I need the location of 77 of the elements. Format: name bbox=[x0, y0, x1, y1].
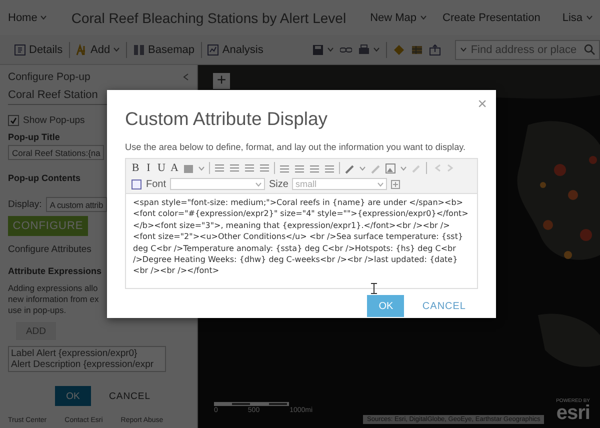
expression-list[interactable]: Label Alert {expression/expr0} Alert Description {expression/expr bbox=[8, 346, 166, 372]
ok-button[interactable]: OK bbox=[55, 386, 91, 406]
outdent-icon[interactable] bbox=[309, 162, 320, 174]
field-label: Size bbox=[269, 178, 288, 190]
map-title: Coral Reef Bleaching Stations by Alert Level bbox=[71, 10, 346, 26]
search-icon[interactable] bbox=[584, 44, 595, 55]
numbered-list-icon[interactable] bbox=[279, 162, 290, 174]
cancel-button[interactable]: CANCEL bbox=[109, 390, 151, 402]
dialog-title: Custom Attribute Display bbox=[125, 108, 328, 130]
section-heading: Pop-up Title bbox=[8, 132, 60, 142]
toolbar-button[interactable]: Analysis bbox=[207, 44, 264, 56]
caret-icon bbox=[400, 166, 407, 170]
caret-icon bbox=[198, 166, 205, 170]
checkbox[interactable] bbox=[8, 115, 19, 126]
basemap-icon bbox=[133, 44, 146, 56]
title-field[interactable]: Coral Reef Stations:{na bbox=[8, 145, 104, 160]
display-select[interactable]: A custom attrib bbox=[46, 197, 108, 212]
text-cursor-icon bbox=[371, 283, 377, 294]
highlight-icon[interactable] bbox=[183, 162, 194, 174]
toolbar-button[interactable]: Details bbox=[14, 44, 63, 56]
caret-icon bbox=[586, 15, 593, 20]
align-left-icon[interactable] bbox=[214, 162, 225, 174]
format-button[interactable]: U bbox=[157, 162, 166, 174]
user-menu[interactable]: Lisa bbox=[562, 12, 593, 24]
panel-heading: Configure Pop-up bbox=[8, 71, 90, 83]
image-icon[interactable] bbox=[385, 162, 396, 174]
grid-icon[interactable] bbox=[410, 44, 423, 56]
diamond-icon[interactable] bbox=[392, 44, 405, 56]
expand-icon[interactable] bbox=[391, 180, 400, 188]
justify-icon[interactable] bbox=[259, 162, 270, 174]
details-icon bbox=[14, 44, 26, 56]
caret-icon bbox=[359, 166, 366, 170]
section-heading: Attribute Expressions bbox=[8, 266, 102, 276]
list-item[interactable]: Alert Description {expression/expr bbox=[11, 359, 163, 370]
share-icon[interactable] bbox=[428, 44, 441, 56]
field-label: Font bbox=[146, 178, 166, 190]
font-icon bbox=[131, 178, 142, 190]
configure-attributes-link[interactable]: Configure Attributes bbox=[8, 244, 92, 255]
toolbar-button[interactable]: Basemap bbox=[133, 44, 194, 56]
save-icon[interactable] bbox=[312, 44, 324, 56]
html-source: <span style="font-size: medium;">Coral reefs in {name} are under </span><b><font color="#{expression/expr2}" size="4" style="">{expression/expr0}</font></b><font size="3">, meaning that {expression/expr1}.</font><br /><br /><font size="2"><u>Other Conditions</u> <br />Sea surface temperature: {sst} deg C<br />Temperature anomaly: {ssta} deg C<br />Hotspots: {hs} deg C<br />Degree Heating Weeks: {dhw} deg C-weeks<br /><br />last updated: {date}<br /><br /></font> bbox=[133, 198, 468, 276]
help-text: Adding expressions allo new information from ex use in pop-ups. bbox=[8, 283, 99, 316]
caret-icon bbox=[40, 15, 48, 20]
zoom-in-button[interactable]: + bbox=[213, 73, 230, 89]
cancel-button[interactable]: CANCEL bbox=[422, 300, 466, 312]
format-button[interactable]: I bbox=[144, 162, 153, 174]
caret-icon bbox=[255, 182, 262, 186]
size-select[interactable]: small bbox=[292, 178, 388, 190]
format-button[interactable]: A bbox=[170, 162, 179, 174]
header-link[interactable]: New Map bbox=[370, 12, 427, 24]
analysis-icon bbox=[207, 44, 220, 56]
font-select[interactable] bbox=[170, 178, 266, 190]
align-right-icon[interactable] bbox=[244, 162, 255, 174]
close-button[interactable]: × bbox=[478, 96, 487, 114]
logo: esri bbox=[556, 404, 590, 422]
caret-icon bbox=[326, 47, 334, 52]
caret-icon bbox=[372, 47, 380, 52]
check-icon bbox=[10, 117, 17, 124]
checkbox-label: Show Pop-ups bbox=[23, 115, 85, 126]
header-link[interactable]: Create Presentation bbox=[442, 12, 540, 24]
section-heading: Pop-up Contents bbox=[8, 173, 80, 183]
print-icon[interactable] bbox=[358, 44, 370, 56]
toolbar-button[interactable]: Add bbox=[76, 44, 120, 56]
caret-icon bbox=[377, 182, 384, 186]
indent-icon[interactable] bbox=[324, 162, 335, 174]
field-label: Display: bbox=[8, 199, 42, 210]
collapse-icon[interactable] bbox=[183, 73, 189, 81]
format-button[interactable]: B bbox=[131, 162, 140, 174]
caret-icon bbox=[460, 47, 467, 52]
ok-button[interactable]: OK bbox=[367, 295, 404, 317]
configure-button[interactable]: CONFIGURE bbox=[8, 216, 88, 236]
list-item[interactable]: Label Alert {expression/expr0} bbox=[11, 348, 163, 359]
layer-name: Coral Reef Station bbox=[8, 89, 98, 103]
home-menu[interactable]: Home bbox=[8, 12, 48, 24]
bullet-list-icon[interactable] bbox=[294, 162, 305, 174]
align-center-icon[interactable] bbox=[229, 162, 240, 174]
dialog-description: Use the area below to define, format, and lay out the information you want to display. bbox=[125, 142, 467, 152]
